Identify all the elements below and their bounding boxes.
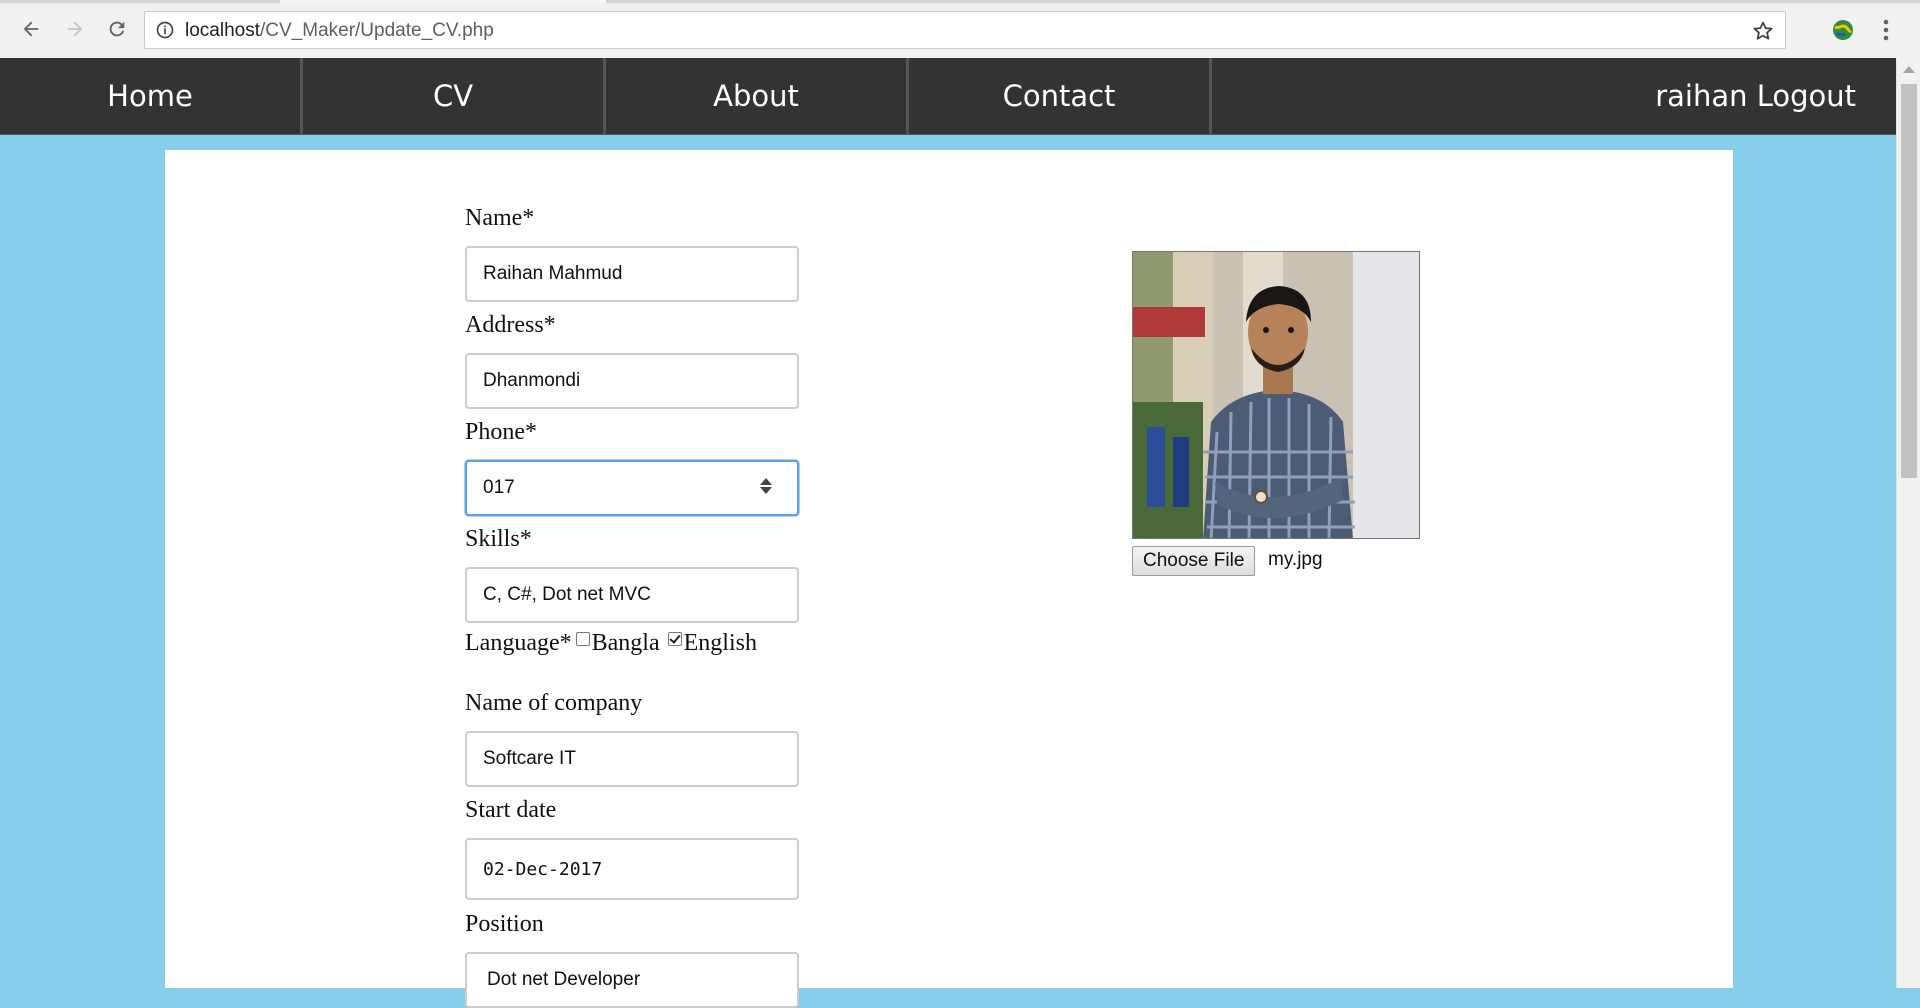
address-label: Address*	[465, 312, 556, 338]
url-text[interactable]: localhost/CV_Maker/Update_CV.php	[185, 20, 494, 42]
url-path: /CV_Maker/Update_CV.php	[260, 20, 494, 41]
browser-menu-icon[interactable]	[1876, 16, 1896, 44]
skills-input[interactable]	[465, 567, 799, 623]
company-input[interactable]	[465, 731, 799, 787]
reload-button[interactable]	[102, 14, 132, 44]
tab-strip	[0, 0, 1920, 3]
back-arrow-icon	[23, 21, 39, 37]
person-photo-icon	[1133, 252, 1419, 538]
chosen-file-name: my.jpg	[1268, 549, 1323, 570]
extension-globe-icon[interactable]	[1830, 17, 1856, 43]
profile-photo	[1132, 251, 1420, 539]
back-button[interactable]	[16, 14, 46, 44]
nav-about[interactable]: About	[606, 58, 909, 134]
bookmark-star-icon[interactable]	[1751, 19, 1775, 43]
site-nav: Home CV About Contact raihan Logout	[0, 58, 1896, 135]
name-input[interactable]	[465, 246, 799, 302]
phone-input[interactable]	[465, 460, 799, 516]
name-label: Name*	[465, 205, 535, 231]
bangla-checkbox[interactable]	[575, 631, 590, 646]
position-input[interactable]	[465, 952, 799, 1008]
info-icon[interactable]	[155, 20, 175, 40]
language-row: Language* Bangla English	[465, 630, 757, 657]
active-tab[interactable]	[280, 0, 606, 3]
forward-arrow-icon	[67, 21, 83, 37]
company-label: Name of company	[465, 690, 643, 716]
skills-label: Skills*	[465, 526, 532, 552]
english-checkbox[interactable]	[667, 631, 682, 646]
nav-home[interactable]: Home	[0, 58, 303, 134]
reload-icon	[109, 21, 125, 37]
cv-form-panel: Name* Address* Phone* Skills* Language* …	[165, 150, 1733, 1008]
bangla-label: Bangla	[591, 630, 660, 656]
page-scrollbar[interactable]	[1896, 58, 1920, 988]
address-bar[interactable]: localhost/CV_Maker/Update_CV.php	[144, 11, 1786, 49]
phone-spinner-icon[interactable]	[757, 476, 775, 500]
url-host: localhost	[185, 20, 260, 41]
start-date-input[interactable]	[465, 838, 799, 900]
scroll-up-arrow-icon[interactable]	[1903, 66, 1915, 73]
start-date-label: Start date	[465, 797, 557, 823]
language-label: Language*	[465, 630, 572, 656]
address-input[interactable]	[465, 353, 799, 409]
choose-file-button[interactable]: Choose File	[1132, 546, 1256, 576]
nav-logout[interactable]: raihan Logout	[1655, 58, 1856, 134]
scroll-thumb[interactable]	[1901, 84, 1917, 478]
phone-label: Phone*	[465, 419, 537, 445]
nav-cv[interactable]: CV	[303, 58, 606, 134]
english-label: English	[683, 630, 757, 656]
position-label: Position	[465, 911, 544, 937]
forward-button[interactable]	[60, 14, 90, 44]
browser-toolbar: localhost/CV_Maker/Update_CV.php	[0, 0, 1920, 59]
nav-contact[interactable]: Contact	[909, 58, 1212, 134]
